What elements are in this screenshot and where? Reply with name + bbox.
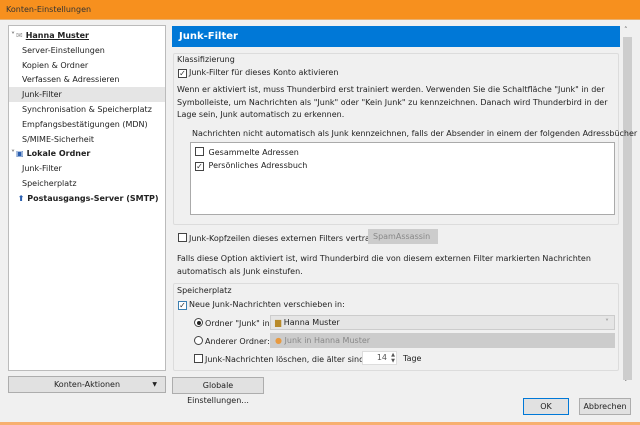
checkbox-icon: ✓: [178, 69, 187, 78]
tree-item[interactable]: S/MIME-Sicherheit: [9, 132, 165, 147]
chevron-down-icon[interactable]: ˅: [11, 31, 15, 40]
tree-item-label: Empfangsbestätigungen (MDN): [22, 119, 148, 129]
account-actions-button[interactable]: Konten-Aktionen ▼: [8, 376, 166, 393]
tree-item[interactable]: Synchronisation & Speicherplatz: [9, 102, 165, 117]
window-title: Konten-Einstellungen: [6, 5, 92, 14]
classification-description: Wenn er aktiviert ist, muss Thunderbird …: [177, 85, 608, 119]
mail-account-icon: ✉: [16, 31, 23, 40]
tree-item[interactable]: Speicherplatz: [9, 176, 165, 191]
tree-item-label: Speicherplatz: [22, 179, 77, 188]
tree-item-label: S/MIME-Sicherheit: [22, 134, 95, 144]
enable-junk-filter-label: Junk-Filter für dieses Konto aktivieren: [189, 68, 339, 77]
external-filter-select: SpamAssassin: [368, 229, 438, 244]
junk-folder-value: Hanna Muster: [283, 318, 340, 327]
address-book-item[interactable]: ✓ Persönliches Adressbuch: [195, 161, 307, 171]
checkbox-icon: ✓: [195, 162, 204, 171]
tree-item-label: Junk-Filter: [22, 164, 62, 174]
tree-item-label: Postausgangs-Server (SMTP): [27, 193, 159, 203]
move-junk-label: Neue Junk-Nachrichten verschieben in:: [189, 300, 345, 309]
tree-item[interactable]: Empfangsbestätigungen (MDN): [9, 117, 165, 132]
junk-icon: ●: [275, 336, 285, 345]
checkbox-icon: ✓: [178, 301, 187, 310]
tree-item-label: Lokale Ordner: [26, 149, 91, 159]
address-book-list[interactable]: Gesammelte Adressen ✓ Persönliches Adres…: [190, 142, 615, 215]
trust-external-filter-label: Junk-Kopfzeilen dieses externen Filters …: [189, 234, 388, 243]
folder-icon: ▆: [275, 318, 284, 327]
cancel-button[interactable]: Abbrechen: [579, 398, 631, 415]
junk-folder-select[interactable]: ▆ Hanna Muster ˅: [270, 315, 615, 330]
tree-item-label: Junk-Filter: [22, 90, 62, 100]
address-book-label: Persönliches Adressbuch: [208, 161, 308, 170]
tree-item[interactable]: Junk-Filter: [9, 87, 165, 103]
days-value: 14: [376, 353, 387, 362]
other-folder-radio[interactable]: Anderer Ordner:: [194, 336, 270, 346]
spin-arrows-icon[interactable]: ▲ ▼: [391, 352, 395, 364]
enable-junk-filter-checkbox[interactable]: ✓ Junk-Filter für dieses Konto aktivieren: [178, 68, 338, 78]
checkbox-icon: [195, 147, 204, 156]
page-title: Junk-Filter: [172, 26, 620, 47]
address-book-label: Gesammelte Adressen: [208, 148, 299, 157]
junk-folder-label: Ordner "Junk" in:: [205, 319, 273, 328]
delete-old-junk-checkbox[interactable]: Junk-Nachrichten löschen, die älter sind…: [194, 354, 378, 364]
computer-icon: ▣: [16, 149, 24, 159]
other-folder-value: Junk in Hanna Muster: [284, 336, 371, 345]
trust-external-filter-checkbox[interactable]: Junk-Kopfzeilen dieses externen Filters …: [178, 233, 388, 243]
tree-item-label: Verfassen & Adressieren: [22, 75, 120, 85]
radio-icon: [194, 318, 203, 327]
tree-account[interactable]: ˅✉ Hanna Muster: [9, 28, 165, 43]
tree-account[interactable]: ˅▣ Lokale Ordner: [9, 146, 165, 161]
account-actions-label: Konten-Aktionen: [53, 380, 121, 389]
tree-item-label: Kopien & Ordner: [22, 60, 89, 70]
account-tree[interactable]: ˅✉ Hanna Muster Server-Einstellungen Kopien…: [8, 25, 166, 371]
chevron-down-icon[interactable]: ˅: [11, 149, 15, 158]
checkbox-icon: [178, 233, 187, 242]
globe-icon: ⬆: [17, 193, 25, 203]
title-bar: Konten-Einstellungen: [0, 0, 640, 20]
chevron-down-icon: ˅: [605, 318, 609, 327]
tree-item-label: Synchronisation & Speicherplatz: [22, 105, 152, 114]
tree-account[interactable]: ⬆ Postausgangs-Server (SMTP): [9, 191, 165, 206]
dropdown-arrow-icon: ▼: [152, 381, 157, 388]
tree-item[interactable]: Server-Einstellungen: [9, 43, 165, 58]
other-folder-label: Anderer Ordner:: [205, 337, 270, 346]
days-unit: Tage: [403, 354, 422, 363]
days-stepper[interactable]: 14 ▲ ▼: [362, 351, 397, 365]
move-junk-checkbox[interactable]: ✓ Neue Junk-Nachrichten verschieben in:: [178, 300, 345, 310]
delete-old-junk-label: Junk-Nachrichten löschen, die älter sind…: [205, 355, 379, 364]
scroll-up-icon[interactable]: ˄: [624, 26, 628, 34]
scroll-down-icon[interactable]: ˅: [624, 379, 628, 387]
chevron-down-icon[interactable]: [11, 194, 17, 203]
tree-item-label: Hanna Muster: [25, 31, 89, 40]
ok-button[interactable]: OK: [523, 398, 569, 415]
whitelist-label: Nachrichten nicht automatisch als Junk k…: [192, 129, 640, 138]
global-settings-button[interactable]: Globale Einstellungen...: [172, 377, 264, 405]
tree-item[interactable]: Kopien & Ordner: [9, 58, 165, 73]
junk-folder-radio[interactable]: Ordner "Junk" in:: [194, 318, 272, 328]
other-folder-select: ● Junk in Hanna Muster: [270, 333, 615, 348]
checkbox-icon: [194, 354, 203, 363]
tree-item[interactable]: Junk-Filter: [9, 161, 165, 176]
address-book-item[interactable]: Gesammelte Adressen: [195, 147, 299, 157]
classification-legend: Klassifizierung: [177, 55, 235, 64]
external-filter-description: Falls diese Option aktiviert ist, wird T…: [177, 254, 591, 276]
tree-item-label: Server-Einstellungen: [22, 45, 105, 55]
scrollbar-thumb[interactable]: [623, 37, 632, 380]
storage-legend: Speicherplatz: [177, 286, 232, 295]
tree-item[interactable]: Verfassen & Adressieren: [9, 72, 165, 87]
radio-icon: [194, 336, 203, 345]
